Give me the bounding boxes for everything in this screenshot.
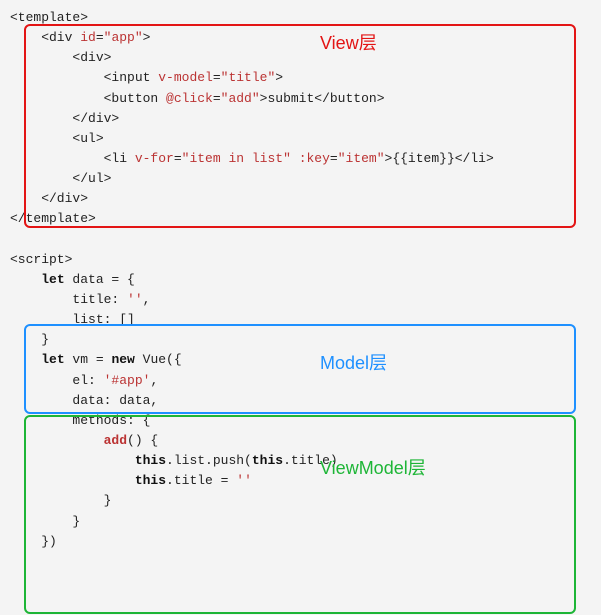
code-line: let vm = new Vue({ [10,352,182,367]
code-line: } [10,493,111,508]
code-line: methods: { [10,413,150,428]
code-line: data: data, [10,393,158,408]
code-line: this.title = '' [10,473,252,488]
code-line: }) [10,534,57,549]
code-line: <button @click="add">submit</button> [10,91,385,106]
code-line: <script> [10,252,72,267]
code-line: </div> [10,111,119,126]
code-line: <input v-model="title"> [10,70,283,85]
code-line: </ul> [10,171,111,186]
code-line: } [10,332,49,347]
code-line: <template> [10,10,88,25]
code-line: el: '#app', [10,373,158,388]
code-line: </div> [10,191,88,206]
code-line: <div id="app"> [10,30,150,45]
code-line: </template> [10,211,96,226]
code-block: <template> <div id="app"> <div> <input v… [0,0,601,560]
code-line: <div> [10,50,111,65]
code-line: <li v-for="item in list" :key="item">{{i… [10,151,494,166]
code-line: this.list.push(this.title) [10,453,338,468]
code-line: <ul> [10,131,104,146]
code-line: let data = { [10,272,135,287]
code-line: title: '', [10,292,150,307]
code-line: list: [] [10,312,135,327]
code-line: } [10,514,80,529]
code-line: add() { [10,433,158,448]
